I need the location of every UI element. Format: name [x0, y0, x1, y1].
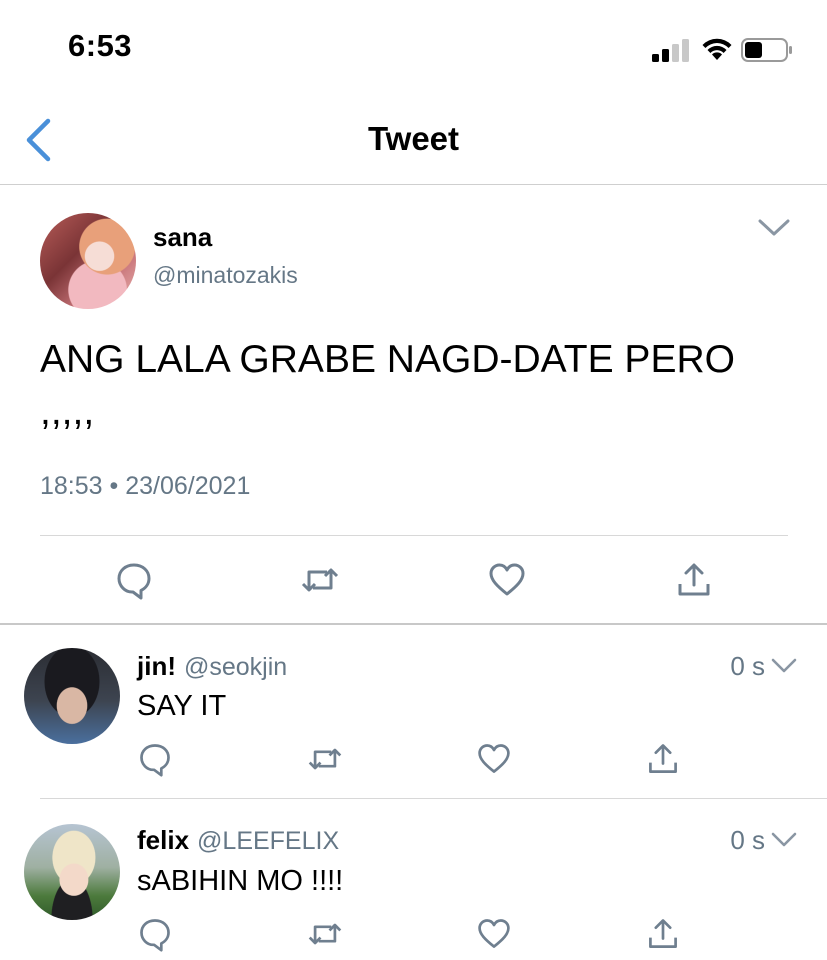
like-button[interactable]: [476, 741, 512, 777]
main-tweet-divider: [40, 535, 788, 536]
reply-icon: [140, 919, 170, 952]
share-icon: [678, 563, 710, 596]
reply-author-name: felix: [137, 825, 190, 855]
reply-button[interactable]: [137, 916, 173, 952]
share-button[interactable]: [645, 741, 681, 777]
share-button[interactable]: [674, 560, 714, 600]
reply-author-name: jin!: [137, 651, 176, 681]
tweet-time: 18:53: [40, 472, 103, 500]
share-icon: [649, 744, 677, 773]
cellular-signal-icon: [652, 38, 692, 62]
reply-button[interactable]: [114, 560, 154, 600]
author-name[interactable]: sana: [153, 222, 212, 253]
author-avatar[interactable]: [40, 213, 136, 309]
reply-divider: [40, 798, 827, 799]
like-icon: [478, 919, 510, 948]
like-icon: [478, 744, 510, 773]
reply-avatar[interactable]: [24, 824, 120, 920]
tweet-date[interactable]: 23/06/2021: [125, 472, 250, 500]
retweet-icon: [308, 923, 342, 945]
chevron-down-icon: [771, 832, 797, 847]
like-button[interactable]: [487, 560, 527, 600]
reply-options-button[interactable]: [771, 656, 797, 676]
chevron-down-icon: [771, 658, 797, 673]
share-button[interactable]: [645, 916, 681, 952]
reply-author[interactable]: jin! @seokjin: [137, 651, 287, 682]
battery-icon: [741, 38, 793, 62]
retweet-button[interactable]: [307, 741, 343, 777]
section-divider: [0, 623, 827, 625]
page-title: Tweet: [367, 120, 460, 157]
tweet-options-button[interactable]: [757, 216, 791, 240]
reply-avatar[interactable]: [24, 648, 120, 744]
tweet-timestamp: 18:53 • 23/06/2021: [40, 472, 250, 501]
like-button[interactable]: [476, 916, 512, 952]
reply-author-handle: @LEEFELIX: [197, 827, 340, 855]
retweet-icon: [308, 748, 342, 770]
reply-time: 0 s: [730, 825, 765, 855]
chevron-down-icon: [758, 219, 790, 236]
reply-options-button[interactable]: [771, 830, 797, 850]
author-handle[interactable]: @minatozakis: [153, 262, 298, 289]
status-time: 6:53: [68, 28, 133, 63]
reply-icon: [117, 563, 151, 600]
reply-time: 0 s: [730, 651, 765, 681]
like-icon: [489, 563, 525, 596]
share-icon: [649, 919, 677, 948]
retweet-button[interactable]: [300, 560, 340, 600]
reply-text: SAY IT: [137, 690, 227, 722]
retweet-icon: [301, 568, 339, 592]
reply-author[interactable]: felix @LEEFELIX: [137, 825, 339, 856]
wifi-icon: [700, 36, 734, 62]
nav-divider: [0, 184, 827, 185]
tweet-text: ANG LALA GRABE NAGD-DATE PERO ,,,,,: [40, 338, 735, 433]
meta-separator: •: [109, 472, 119, 500]
reply-icon: [140, 744, 170, 777]
retweet-button[interactable]: [307, 916, 343, 952]
reply-button[interactable]: [137, 741, 173, 777]
reply-text: sABIHIN MO !!!!: [137, 865, 344, 897]
reply-author-handle: @seokjin: [184, 653, 288, 681]
